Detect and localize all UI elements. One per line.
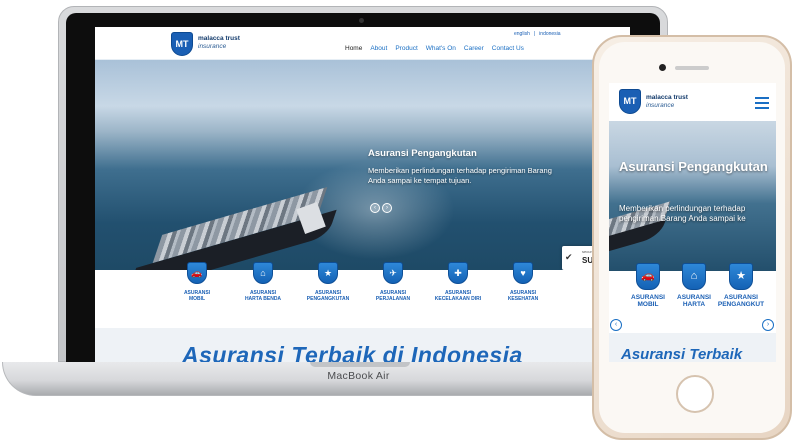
box-icon: ★ [729,263,753,290]
desktop-header: MT malacca trust insurance english | indon… [95,27,630,60]
slider-prev-icon[interactable]: ‹ [370,203,380,213]
nav-whats-on[interactable]: What's On [422,45,460,52]
product-label: KESEHATAN [507,296,539,302]
brand-subtitle: insurance [646,102,675,109]
product-label: HARTA [682,301,706,308]
language-switcher: english | indonesia [512,31,563,37]
car-icon: 🚗 [636,263,660,290]
product-label: ASURANSI [677,294,711,301]
lang-separator: | [533,31,536,37]
nav-product[interactable]: Product [391,45,421,52]
injury-icon: ✚ [448,262,468,284]
slider-next-icon[interactable]: › [382,203,392,213]
car-icon: 🚗 [187,262,207,284]
product-mobil[interactable]: 🚗 ASURANSI MOBIL [622,263,674,308]
product-label: KECELAKAAN DIRI [434,296,482,302]
tagline-section: Asuransi Terbaik di Indonesia [95,328,630,362]
product-kesehatan[interactable]: ♥ ASURANSI KESEHATAN [493,262,553,302]
mobile-header: MT malacca trust insurance [609,83,776,121]
hero-description: Memberikan perlindungan terhadap pengiri… [368,166,552,185]
brand-title: malacca trust [198,35,240,42]
product-mobil[interactable]: 🚗 ASURANSI MOBIL [167,262,227,302]
nav-home[interactable]: Home [341,45,366,52]
product-strip: 🚗 ASURANSI MOBIL ⌂ ASURANSI HARTA BENDA ★ … [95,262,630,328]
mobile-website: MT malacca trust insurance Asuransi Peng… [609,83,776,362]
product-harta-benda[interactable]: ⌂ ASURANSI HARTA BENDA [233,262,293,302]
product-perjalanan[interactable]: ✈ ASURANSI PERJALANAN [363,262,423,302]
brand-name[interactable]: malacca trust insurance [198,35,240,51]
product-label: MOBIL [637,301,659,308]
box-icon: ★ [318,262,338,284]
mobile-product-strip: ‹ 🚗 ASURANSI MOBIL ⌂ ASURANSI HARTA ★ ASUR… [609,263,776,333]
mobile-hero-banner: Asuransi Pengangkutan Memberikan perlind… [609,121,776,271]
tagline-heading: Asuransi Terbaik di Indonesia [182,342,523,362]
chevron-left-icon[interactable]: ‹ [610,319,622,331]
product-harta[interactable]: ⌂ ASURANSI HARTA [668,263,720,308]
brand-name[interactable]: malacca trust insurance [646,94,688,110]
brand-title: malacca trust [646,94,688,101]
mobile-hero-description: Memberikan perlindungan terhadap pengiri… [619,204,746,223]
product-pengangkutan[interactable]: ★ ASURANSI PENGANGKUTAN [298,262,358,302]
logo-shield-icon[interactable]: MT [619,89,641,114]
main-nav: Home About Product What's On Career Cont… [341,45,528,52]
logo-shield-icon[interactable]: MT [171,32,193,56]
nav-career[interactable]: Career [460,45,488,52]
product-pengangkutan[interactable]: ★ ASURANSI PENGANGKUT [715,263,767,308]
brand-subtitle: insurance [198,43,227,50]
mobile-tagline-heading: Asuransi Terbaik [621,346,743,362]
stethoscope-icon: ♥ [513,262,533,284]
product-label: MOBIL [188,296,206,302]
product-label: PENGANGKUTAN [306,296,350,302]
product-label: PENGANGKUT [717,301,765,308]
mobile-tagline-section: Asuransi Terbaik [609,333,776,362]
lang-indonesia-link[interactable]: indonesia [539,31,560,37]
product-label: ASURANSI [631,294,665,301]
plane-icon: ✈ [383,262,403,284]
laptop-notch [310,362,410,367]
chevron-right-icon[interactable]: › [762,319,774,331]
hamburger-menu-icon[interactable] [755,97,769,109]
hero-title: Asuransi Pengangkutan [368,148,477,159]
house-icon: ⌂ [253,262,273,284]
device-mockup-scene: MacBook Air MT malacca trust insurance e… [0,0,803,442]
house-icon: ⌂ [682,263,706,290]
lang-english-link[interactable]: english [514,31,530,37]
phone-speaker [675,66,709,70]
mobile-hero-title: Asuransi Pengangkutan [619,159,768,174]
nav-about[interactable]: About [366,45,391,52]
laptop-camera [359,18,364,23]
desktop-website: MT malacca trust insurance english | indon… [95,27,630,362]
product-label: ASURANSI [724,294,758,301]
phone-home-button[interactable] [676,375,714,413]
check-icon: ✔ [565,252,573,262]
product-label: HARTA BENDA [244,296,282,302]
phone-camera [659,64,666,71]
product-kecelakaan-diri[interactable]: ✚ ASURANSI KECELAKAAN DIRI [428,262,488,302]
hero-slider-controls: ‹ › [370,203,392,213]
product-label: PERJALANAN [375,296,411,302]
nav-contact-us[interactable]: Contact Us [488,45,528,52]
hero-banner: Asuransi Pengangkutan Memberikan perlind… [95,60,630,270]
